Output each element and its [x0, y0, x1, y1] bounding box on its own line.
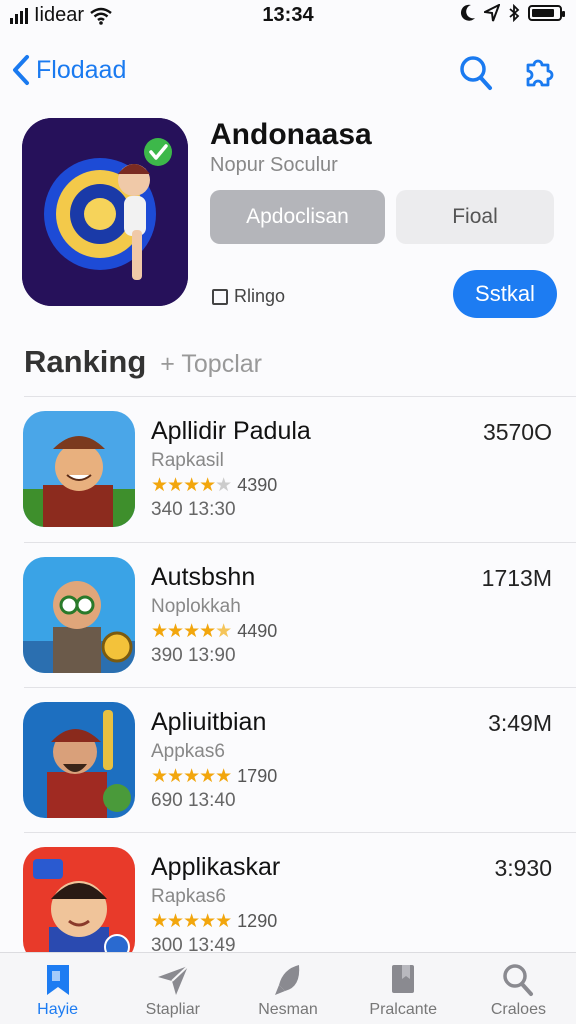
checkbox[interactable]: Rlingo: [212, 286, 285, 307]
status-bar: Iidear 13:34: [0, 0, 576, 30]
search-icon[interactable]: [458, 54, 494, 92]
thumbnail-art: [23, 702, 135, 818]
app-maker: Rapkasil: [151, 450, 224, 471]
star-rating-icon: ★★★★★: [151, 621, 232, 642]
rating-count: 1790: [237, 766, 278, 786]
list-item[interactable]: Apllidir Padula 3570O Rapkasil ★★★★★ 439…: [0, 397, 576, 542]
checkbox-box[interactable]: [212, 288, 228, 305]
app-name: Applikaskar: [151, 853, 281, 881]
tab-label: Stapliar: [145, 1001, 200, 1018]
tab-label: Craloes: [490, 1001, 546, 1018]
tab-label: Hayie: [37, 1001, 79, 1018]
nav-bar: Flodaad: [0, 50, 576, 98]
app-artwork: [22, 118, 188, 306]
app-maker: Appkas6: [151, 741, 225, 762]
rating: ★★★★★ 1790: [151, 765, 277, 788]
star-rating-icon: ★★★★★: [151, 766, 232, 787]
thumbnail-art: [23, 411, 135, 527]
search-icon: [503, 964, 534, 996]
tab-stapliar[interactable]: Stapliar: [115, 953, 230, 1024]
section-title: Ranking: [24, 344, 147, 379]
back-button[interactable]: Flodaad: [12, 54, 126, 86]
battery-icon: [528, 5, 565, 21]
book-icon: [392, 965, 415, 993]
list-item[interactable]: Apliuitbian 3:49M Appkas6 ★★★★★ 1790 690…: [0, 688, 576, 833]
app-subtitle: Nopur Soculur: [210, 154, 338, 176]
app-price: 3:49M: [488, 710, 552, 736]
puzzle-icon[interactable]: [522, 56, 554, 90]
action-button[interactable]: Sstkal: [453, 270, 557, 318]
rating-count: 4390: [237, 475, 278, 495]
thumbnail-art: [23, 557, 135, 673]
app-meta: 690 13:40: [151, 790, 236, 811]
bookmark-icon: [46, 965, 69, 995]
paper-plane-icon: [157, 965, 189, 995]
rating: ★★★★★ 1290: [151, 910, 277, 933]
moon-icon: [460, 4, 475, 21]
app-maker: Noplokkah: [151, 596, 241, 617]
tab-nesman[interactable]: Nesman: [230, 953, 345, 1024]
chevron-left-icon: [13, 55, 29, 85]
app-thumbnail: [23, 557, 135, 673]
checkbox-label: Rlingo: [234, 286, 286, 306]
app-price: 3:930: [494, 855, 552, 881]
tab-bar: Hayie Stapliar Nesman Pralcante Craloes: [0, 952, 576, 1024]
rating-count: 1290: [237, 911, 278, 931]
bluetooth-icon: [509, 4, 520, 22]
app-thumbnail: [23, 702, 135, 818]
app-title: Andonaasa: [210, 118, 372, 151]
tab-pralcante[interactable]: Pralcante: [346, 953, 461, 1024]
app-price: 3570O: [482, 419, 552, 445]
app-price: 1713M: [481, 565, 552, 591]
rating: ★★★★★ 4490: [151, 620, 277, 643]
app-meta: 340 13:30: [151, 499, 236, 520]
status-icons: [460, 4, 565, 22]
rating: ★★★★★ 4390: [151, 474, 277, 497]
rating-count: 4490: [237, 621, 278, 641]
app-icon: [22, 118, 188, 306]
app-thumbnail: [23, 847, 135, 963]
app-name: Apllidir Padula: [151, 417, 311, 445]
primary-button[interactable]: Apdoclisan: [210, 190, 385, 244]
app-name: Autsbshn: [151, 563, 256, 591]
star-rating-icon: ★★★★★: [151, 911, 232, 932]
thumbnail-art: [23, 847, 135, 963]
secondary-button[interactable]: Fioal: [396, 190, 554, 244]
app-name: Apliuitbian: [151, 708, 267, 736]
tab-label: Nesman: [258, 1001, 318, 1018]
back-label: Flodaad: [36, 55, 127, 84]
location-icon: [484, 4, 500, 22]
app-thumbnail: [23, 411, 135, 527]
section-header: Ranking + Topclar: [24, 344, 262, 380]
tab-hayie[interactable]: Hayie: [0, 953, 115, 1024]
app-maker: Rapkas6: [151, 886, 226, 907]
tab-craloes[interactable]: Craloes: [461, 953, 576, 1024]
tab-label: Pralcante: [369, 1001, 437, 1018]
section-subtitle[interactable]: + Topclar: [160, 350, 262, 379]
star-rating-icon: ★★★★★: [151, 475, 232, 496]
app-meta: 390 13:90: [151, 645, 236, 666]
rocket-icon: [275, 965, 300, 995]
list-item[interactable]: Autsbshn 1713M Noplokkah ★★★★★ 4490 390 …: [0, 543, 576, 688]
